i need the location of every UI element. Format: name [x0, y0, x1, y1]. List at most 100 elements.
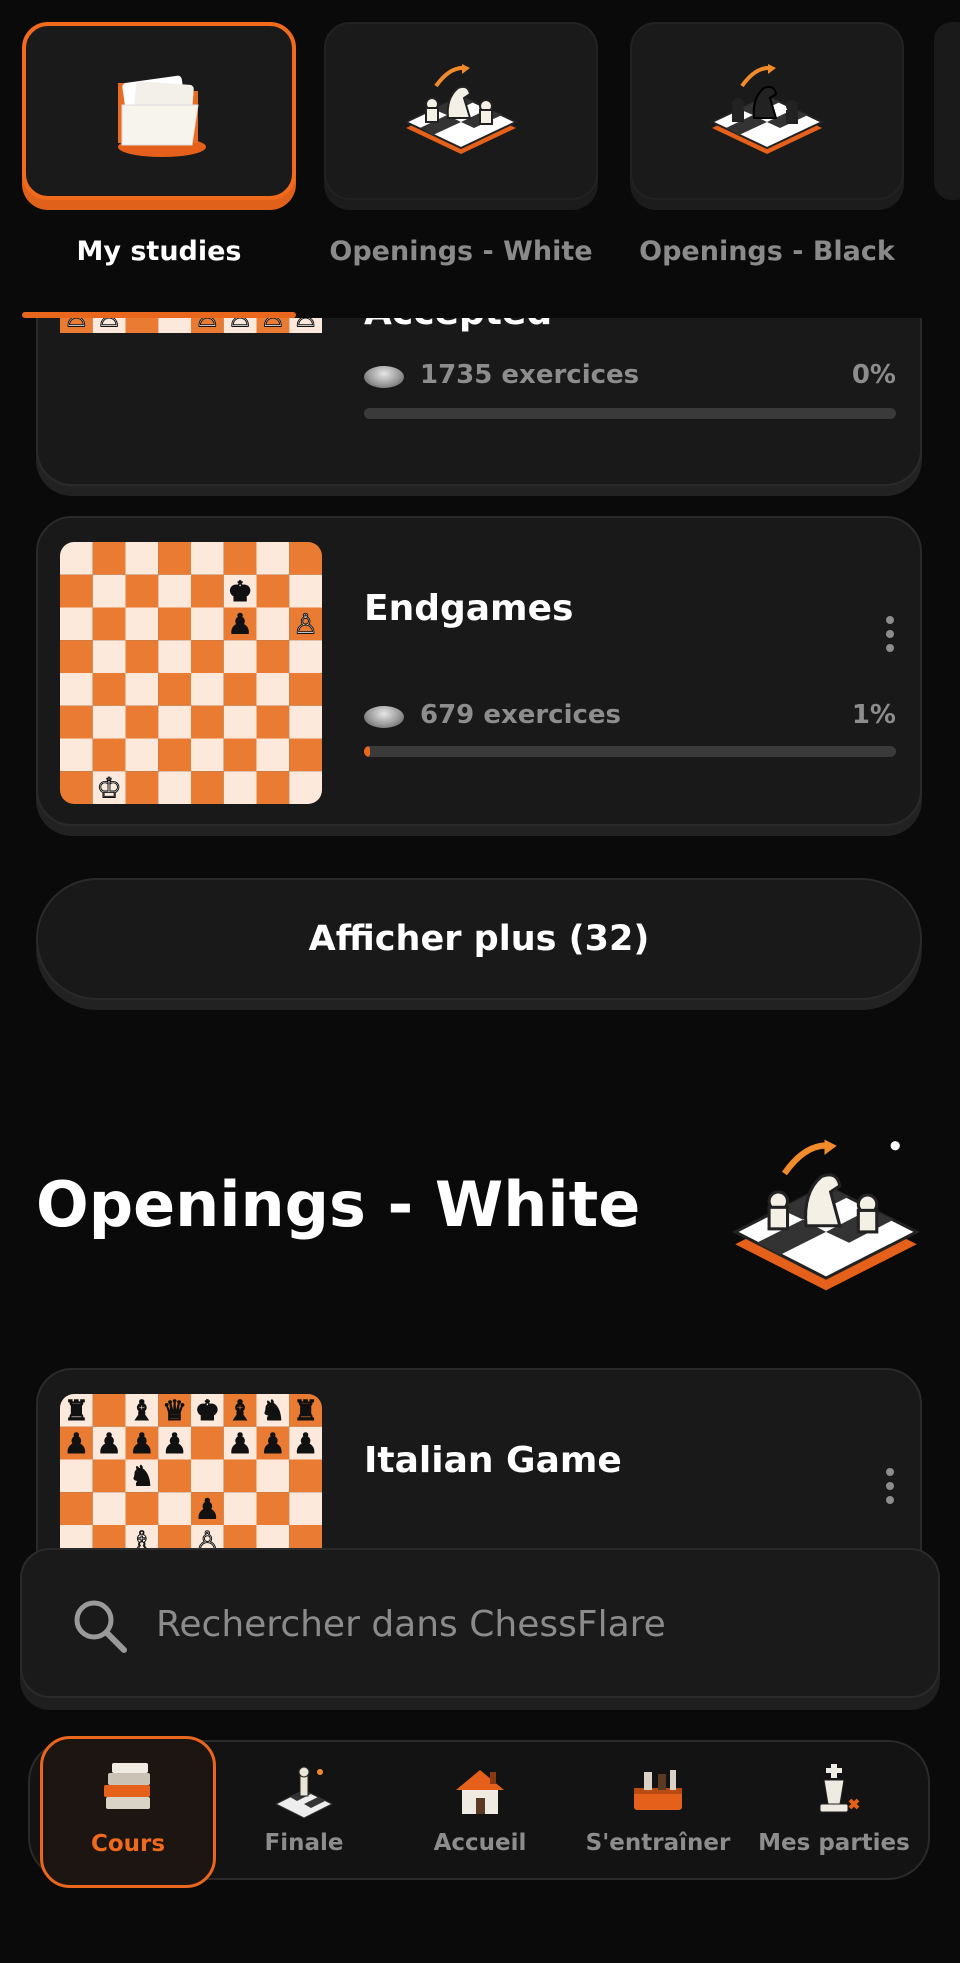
board-square: [92, 574, 126, 608]
board-square: [125, 574, 159, 608]
board-square: [60, 1459, 93, 1493]
board-square: [289, 705, 322, 739]
board-square: [60, 574, 93, 608]
nav-mes-parties[interactable]: Mes parties: [746, 1742, 922, 1882]
board-square: [92, 1459, 126, 1493]
show-more-button[interactable]: Afficher plus (32): [36, 878, 922, 1000]
board-square: [158, 574, 191, 608]
study-card[interactable]: ♚♟ ♙ ♔ Endgames 679 exercices 1%: [36, 516, 922, 826]
tab-card: [630, 22, 904, 200]
nav-accueil[interactable]: Accueil: [392, 1742, 568, 1882]
board-square: [289, 738, 322, 772]
white-opening-board-icon: [403, 64, 519, 154]
tab-label: Openings - Black: [639, 236, 895, 267]
board-square: [256, 640, 290, 673]
board-square: [191, 640, 224, 673]
board-square: [191, 705, 224, 739]
board-square: [256, 1492, 290, 1525]
board-square: [158, 771, 191, 804]
nav-sentrainer[interactable]: S'entraîner: [570, 1742, 746, 1882]
tab-card: [324, 22, 598, 200]
tab-label: My studies: [76, 236, 242, 267]
toolbox-icon: [634, 1770, 682, 1810]
board-square: [223, 771, 257, 804]
nav-cours[interactable]: Cours: [40, 1736, 216, 1888]
board-square: [256, 771, 290, 804]
board-square: [158, 640, 191, 673]
tab-my-studies[interactable]: My studies: [22, 22, 296, 267]
board-square: [60, 738, 93, 772]
tab-card: [22, 22, 296, 200]
chess-piece: ♟: [97, 1427, 122, 1460]
board-square: [125, 705, 159, 739]
board-square: [223, 1459, 257, 1493]
chess-piece: ♚: [195, 1394, 220, 1427]
more-options-icon[interactable]: [886, 616, 896, 658]
tab-openings-black[interactable]: Openings - Black: [630, 22, 904, 267]
tab-openings-white[interactable]: Openings - White: [324, 22, 598, 267]
board-square: [92, 640, 126, 673]
progress-bar: [364, 408, 896, 419]
active-tab-indicator: [22, 312, 296, 318]
chess-piece: ♟: [162, 1427, 187, 1460]
chess-piece: ♝: [228, 1394, 253, 1427]
chess-piece: ♟: [260, 1427, 285, 1460]
search-input[interactable]: [154, 1588, 898, 1660]
board-square: [60, 542, 93, 575]
board-square: [289, 673, 322, 706]
tab-partial[interactable]: [934, 22, 960, 200]
chess-piece: ♞: [129, 1460, 154, 1493]
progress-percent: 1%: [851, 700, 896, 730]
board-square: [92, 738, 126, 772]
board-square: [223, 738, 257, 772]
board-square: [125, 738, 159, 772]
progress-bar: [364, 746, 896, 757]
top-tabs: My studies Openings - White Openings - B…: [0, 0, 960, 318]
board-square: [60, 640, 93, 673]
white-opening-board-icon: [731, 1139, 921, 1291]
board-square: [256, 542, 290, 575]
chess-piece: ♙: [293, 608, 318, 641]
board-square: [289, 1492, 322, 1525]
board-square: [223, 640, 257, 673]
exercise-icon: [364, 366, 404, 388]
board-square: [60, 705, 93, 739]
board-square: [60, 673, 93, 706]
board-square: [191, 738, 224, 772]
board-square: [256, 705, 290, 739]
study-title: Italian Game: [364, 1440, 622, 1481]
board-square: [92, 705, 126, 739]
board-square: [191, 574, 224, 608]
board-square: [191, 771, 224, 804]
section-title: Openings - White: [36, 1168, 641, 1241]
board-square: [223, 1492, 257, 1525]
chess-piece: ♟: [129, 1427, 154, 1460]
board-square: [60, 1492, 93, 1525]
chess-piece: ♟: [64, 1427, 89, 1460]
board-square: [289, 771, 322, 804]
nav-label: Mes parties: [758, 1830, 910, 1856]
board-square: [289, 542, 322, 575]
more-options-icon[interactable]: [886, 1468, 896, 1510]
board-square: [125, 1492, 159, 1525]
board-square: [125, 607, 159, 641]
nav-label: Cours: [90, 1831, 166, 1857]
board-thumbnail: ♚♟ ♙ ♔: [60, 542, 322, 804]
nav-finale[interactable]: Finale: [216, 1742, 392, 1882]
board-square: [92, 1394, 126, 1427]
exercise-icon: [364, 706, 404, 728]
board-square: [256, 738, 290, 772]
house-icon: [456, 1770, 504, 1814]
finale-board-icon: [274, 1766, 334, 1819]
folder-icon: [118, 75, 206, 157]
chess-piece: ♚: [228, 575, 253, 608]
search-bar[interactable]: [20, 1548, 940, 1698]
tab-label: Openings - White: [329, 236, 593, 267]
board-square: [158, 705, 191, 739]
chess-piece: ♜: [293, 1394, 318, 1427]
exercise-count: 679 exercices: [420, 700, 622, 730]
chess-piece: ♔: [97, 771, 122, 804]
board-square: [223, 673, 257, 706]
chess-piece: ♝: [129, 1394, 154, 1427]
chess-piece: ♟: [293, 1427, 318, 1460]
